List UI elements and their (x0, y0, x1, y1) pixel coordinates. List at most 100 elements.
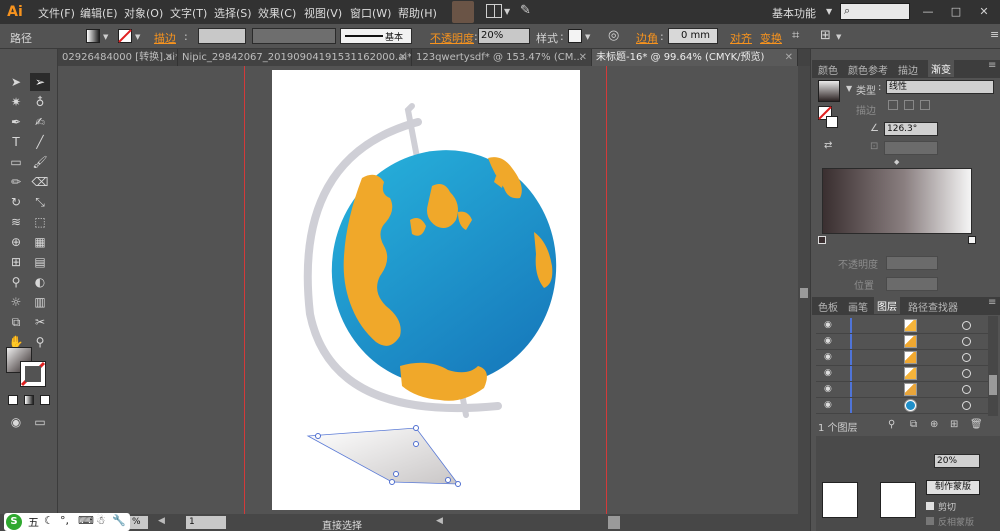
scale-tool-icon[interactable]: ⤡ (30, 193, 50, 211)
bounding-box-icon[interactable]: ⊞ (820, 28, 831, 43)
midpoint-diamond-icon[interactable]: ◆ (894, 158, 899, 166)
chevron-down-icon[interactable]: ▼ (846, 84, 852, 93)
artboard-number-field[interactable]: 1 (186, 516, 226, 529)
delete-layer-icon[interactable]: 🗑 (970, 419, 983, 430)
menu-window[interactable]: 窗口(W) (350, 5, 391, 21)
transform-label[interactable]: 变换 (760, 30, 782, 46)
sync-icon[interactable]: ✎ (520, 3, 531, 18)
aspect-ratio-field[interactable] (884, 141, 938, 155)
zoom-tool-icon[interactable]: ⚲ (30, 333, 50, 351)
stroke-weight-field[interactable] (198, 28, 246, 44)
tab-color[interactable]: 颜色 (818, 62, 838, 77)
stroke-label[interactable]: 描边 (154, 30, 176, 46)
visibility-eye-icon[interactable]: ◉ (824, 368, 832, 378)
paintbrush-icon[interactable]: 🖌 (30, 153, 50, 171)
tab-document-3[interactable]: 123qwertysdf* @ 153.47% (CM... ✕ (412, 49, 592, 66)
target-icon[interactable] (962, 353, 971, 362)
chevron-down-icon[interactable]: ▼ (585, 33, 590, 41)
bridge-icon[interactable] (452, 1, 474, 23)
free-transform-icon[interactable]: ⬚ (30, 213, 50, 231)
visibility-eye-icon[interactable]: ◉ (824, 384, 832, 394)
close-icon[interactable]: ✕ (399, 49, 407, 66)
target-icon[interactable] (962, 401, 971, 410)
stop-opacity-field[interactable] (886, 256, 938, 270)
stroke-color-box[interactable] (20, 361, 46, 387)
fill-swatch[interactable] (86, 29, 100, 43)
tab-swatches[interactable]: 色板 (818, 299, 838, 314)
eraser-icon[interactable]: ⌫ (30, 173, 50, 191)
pencil-icon[interactable]: ✏ (6, 173, 26, 191)
layers-scrollbar[interactable] (988, 316, 998, 416)
globe-base-shape[interactable] (306, 427, 459, 485)
isolate-icon[interactable]: ⌗ (792, 28, 799, 43)
stroke-swatch[interactable] (118, 29, 132, 43)
chevron-down-icon[interactable]: ▼ (836, 33, 841, 41)
make-mask-button[interactable]: 制作蒙版 (926, 480, 980, 495)
visibility-eye-icon[interactable]: ◉ (824, 400, 832, 410)
menu-type[interactable]: 文字(T) (170, 5, 207, 21)
eyedropper-icon[interactable]: ⚲ (6, 273, 26, 291)
target-icon[interactable] (962, 369, 971, 378)
tab-color-guide[interactable]: 颜色参考 (848, 62, 888, 77)
chevron-down-icon[interactable]: ▼ (103, 33, 108, 41)
clipping-mask-icon[interactable]: ⧉ (910, 419, 917, 430)
tab-document-4[interactable]: 未标题-16* @ 99.64% (CMYK/预览) ✕ (592, 49, 798, 66)
target-icon[interactable] (962, 385, 971, 394)
chevron-down-icon[interactable]: ▼ (826, 7, 832, 16)
minimize-button[interactable]: — (918, 3, 938, 20)
help-search-input[interactable] (840, 3, 910, 20)
wrench-icon[interactable]: 🔧 (112, 514, 126, 527)
scrollbar-thumb[interactable] (989, 375, 997, 395)
layer-row[interactable]: ◉ (816, 382, 988, 398)
direct-selection-tool-icon[interactable]: ➢ (30, 73, 50, 91)
menu-effect[interactable]: 效果(C) (258, 5, 296, 21)
layer-row[interactable]: ◉ (816, 334, 988, 350)
target-icon[interactable] (962, 321, 971, 330)
gradient-angle-field[interactable]: 126.3° (884, 122, 938, 136)
artboard-tool-icon[interactable]: ⧉ (6, 313, 26, 331)
reverse-gradient-icon[interactable]: ⇄ (824, 140, 832, 151)
punctuation-icon[interactable]: °, (60, 514, 69, 527)
visibility-eye-icon[interactable]: ◉ (824, 320, 832, 330)
workspace-switcher[interactable]: 基本功能 (772, 5, 816, 21)
keyboard-icon[interactable]: ⌨ (78, 514, 94, 527)
canvas[interactable] (58, 66, 798, 518)
menu-view[interactable]: 视图(V) (304, 5, 342, 21)
maximize-button[interactable]: □ (946, 3, 966, 20)
line-tool-icon[interactable]: ╱ (30, 133, 50, 151)
layer-row[interactable]: ◉ (816, 318, 988, 334)
tab-document-2[interactable]: Nipic_29842067_20190904191531162000.ai* ✕ (178, 49, 412, 66)
tab-pathfinder[interactable]: 路径查找器 (908, 299, 958, 314)
variable-width-profile[interactable] (252, 28, 336, 44)
menu-help[interactable]: 帮助(H) (398, 5, 437, 21)
blend-tool-icon[interactable]: ◐ (30, 273, 50, 291)
target-icon[interactable] (962, 337, 971, 346)
clip-checkbox[interactable] (926, 502, 934, 510)
chevron-down-icon[interactable]: ▼ (504, 7, 510, 16)
gradient-stop-start[interactable] (818, 236, 826, 244)
scrollbar-thumb[interactable] (800, 288, 808, 298)
tab-brushes[interactable]: 画笔 (848, 299, 868, 314)
gradient-mode-icon[interactable] (24, 395, 34, 405)
opacity-label[interactable]: 不透明度 (430, 30, 474, 46)
layer-row[interactable]: ◉ (816, 366, 988, 382)
stroke-gradient-option-icon[interactable] (888, 100, 898, 110)
recolor-artwork-icon[interactable]: ◎ (608, 28, 619, 43)
shape-builder-icon[interactable]: ⊕ (6, 233, 26, 251)
stroke-gradient-option-icon[interactable] (920, 100, 930, 110)
curvature-tool-icon[interactable]: ✍ (30, 113, 50, 131)
warp-tool-icon[interactable]: ≋ (6, 213, 26, 231)
layer-row[interactable]: ◉ (816, 398, 988, 414)
gradient-tool-icon[interactable]: ▤ (30, 253, 50, 271)
visibility-eye-icon[interactable]: ◉ (824, 352, 832, 362)
prev-artboard-icon[interactable]: ◀ (158, 516, 165, 526)
new-layer-icon[interactable]: ⊞ (950, 419, 958, 430)
tab-document-1[interactable]: 02926484000 [转换].ai* ✕ (58, 49, 178, 66)
brush-definition-dropdown[interactable]: 基本 (340, 28, 412, 44)
stop-position-field[interactable] (886, 277, 938, 291)
none-mode-icon[interactable] (40, 395, 50, 405)
tab-stroke[interactable]: 描边 (898, 62, 918, 77)
visibility-eye-icon[interactable]: ◉ (824, 336, 832, 346)
ime-mode[interactable]: 五 (28, 514, 39, 530)
align-label[interactable]: 对齐 (730, 30, 752, 46)
